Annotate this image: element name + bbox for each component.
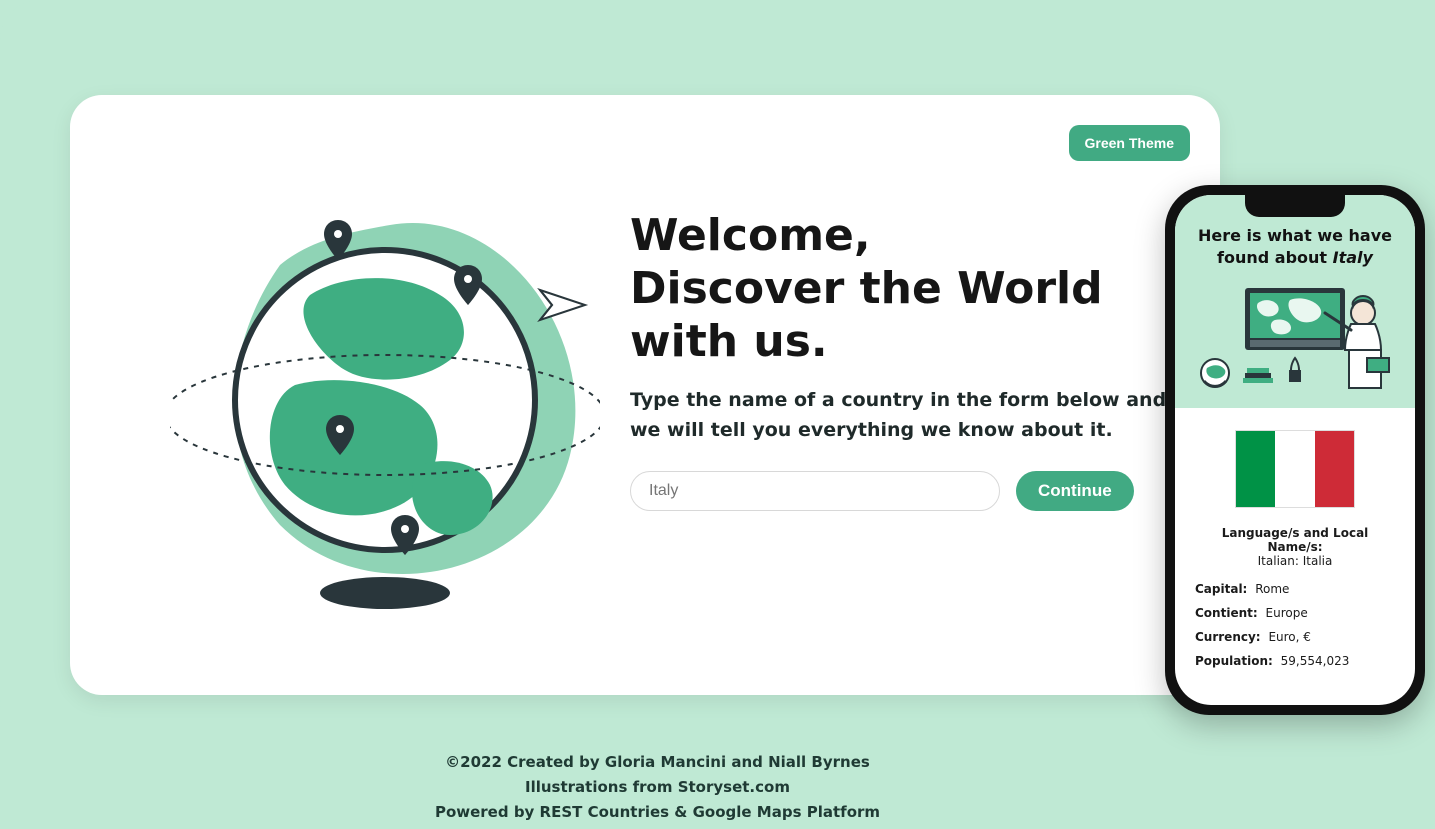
population-value: 59,554,023: [1281, 654, 1350, 668]
flag-stripe-green: [1236, 431, 1275, 507]
continent-row: Contient: Europe: [1195, 606, 1395, 620]
hero-heading-line1: Welcome,: [630, 210, 871, 261]
population-label: Population:: [1195, 654, 1273, 668]
phone-screen: Here is what we have found about Italy: [1175, 195, 1415, 705]
flag-stripe-white: [1275, 431, 1314, 507]
phone-notch: [1245, 195, 1345, 217]
country-input[interactable]: [630, 471, 1000, 511]
flag-stripe-red: [1315, 431, 1354, 507]
capital-value: Rome: [1255, 582, 1289, 596]
footer-credits: ©2022 Created by Gloria Mancini and Nial…: [0, 750, 1315, 775]
search-form: Continue: [630, 471, 1170, 511]
languages-label: Language/s and Local Name/s:: [1195, 526, 1395, 554]
continent-label: Contient:: [1195, 606, 1258, 620]
flag-italy: [1235, 430, 1355, 508]
phone-mockup: Here is what we have found about Italy: [1165, 185, 1425, 715]
footer-powered: Powered by REST Countries & Google Maps …: [0, 800, 1315, 825]
hero-description: Type the name of a country in the form b…: [630, 386, 1170, 445]
currency-value: Euro, €: [1268, 630, 1310, 644]
phone-body: Language/s and Local Name/s: Italian: It…: [1175, 408, 1415, 692]
population-row: Population: 59,554,023: [1195, 654, 1395, 668]
phone-header: Here is what we have found about Italy: [1175, 195, 1415, 408]
capital-label: Capital:: [1195, 582, 1247, 596]
phone-heading: Here is what we have found about Italy: [1189, 225, 1401, 268]
languages-value: Italian: Italia: [1258, 554, 1333, 568]
page-footer: ©2022 Created by Gloria Mancini and Nial…: [0, 750, 1315, 824]
hero-heading: Welcome, Discover the World with us.: [630, 210, 1170, 368]
globe-illustration: [170, 185, 600, 615]
footer-illustrations: Illustrations from Storyset.com: [0, 775, 1315, 800]
phone-heading-country: Italy: [1333, 248, 1373, 267]
continue-button[interactable]: Continue: [1016, 471, 1134, 511]
continent-value: Europe: [1266, 606, 1308, 620]
main-card: Green Theme: [70, 95, 1220, 695]
teacher-illustration: [1195, 278, 1395, 398]
hero-section: Welcome, Discover the World with us. Typ…: [630, 210, 1170, 511]
currency-label: Currency:: [1195, 630, 1261, 644]
currency-row: Currency: Euro, €: [1195, 630, 1395, 644]
capital-row: Capital: Rome: [1195, 582, 1395, 596]
languages-row: Language/s and Local Name/s: Italian: It…: [1195, 526, 1395, 568]
theme-toggle-button[interactable]: Green Theme: [1069, 125, 1190, 161]
hero-heading-line2: Discover the World with us.: [630, 263, 1103, 367]
